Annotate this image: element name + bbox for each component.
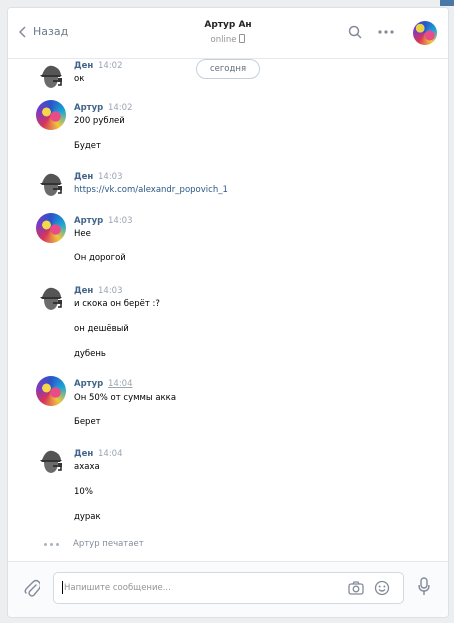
attach-icon[interactable] — [24, 579, 40, 597]
avatar-den[interactable] — [36, 61, 66, 91]
message-time[interactable]: 14:04 — [108, 379, 133, 389]
avatar-den[interactable] — [36, 446, 66, 476]
message-text: он дешёвый — [74, 324, 129, 334]
top-strip — [0, 0, 454, 6]
top-strip-accent — [440, 0, 454, 6]
detective-avatar-icon — [40, 287, 62, 310]
detective-avatar-icon — [40, 450, 62, 473]
message-text: Он дорогой — [74, 253, 126, 263]
message-author[interactable]: Артур — [74, 216, 103, 226]
typing-indicator: Артур печатает — [44, 539, 144, 549]
avatar-artur[interactable] — [36, 100, 66, 130]
message-time[interactable]: 14:03 — [98, 286, 123, 296]
date-divider: сегодня — [196, 59, 260, 79]
message-author[interactable]: Ден — [74, 61, 93, 71]
mic-icon[interactable] — [418, 577, 430, 596]
avatar-artur[interactable] — [36, 213, 66, 243]
message-input-placeholder: Напишите сообщение... — [64, 583, 171, 593]
avatar-den[interactable] — [36, 283, 66, 313]
message-composer: Напишите сообщение... — [8, 561, 448, 617]
camera-icon[interactable] — [348, 581, 364, 595]
message-text: ахаха — [74, 462, 100, 472]
chat-panel: Назад Артур Ан online Ден 14:02 ок сегод… — [7, 7, 449, 618]
typing-text: Артур печатает — [73, 539, 144, 549]
message-input[interactable]: Напишите сообщение... — [53, 572, 404, 604]
avatar-den[interactable] — [36, 169, 66, 199]
message-link[interactable]: https://vk.com/alexandr_popovich_1 — [74, 185, 228, 195]
smile-icon[interactable] — [374, 580, 390, 596]
page-background: Назад Артур Ан online Ден 14:02 ок сегод… — [0, 0, 454, 623]
message-text: дубень — [74, 349, 106, 359]
message-time[interactable]: 14:02 — [108, 103, 133, 113]
message-text: Он 50% от суммы акка — [74, 393, 177, 403]
avatar-artur[interactable] — [36, 376, 66, 406]
text-cursor — [62, 581, 63, 594]
message-text: 200 рублей — [74, 116, 125, 126]
message-time[interactable]: 14:03 — [108, 216, 133, 226]
message-author[interactable]: Артур — [74, 103, 103, 113]
message-text: и скока он берёт :? — [74, 299, 160, 309]
message-text: дурак — [74, 512, 101, 522]
message-author[interactable]: Ден — [74, 172, 93, 182]
message-text: Будет — [74, 141, 101, 151]
message-text: Берет — [74, 417, 101, 427]
detective-avatar-icon — [40, 173, 62, 196]
message-time[interactable]: 14:03 — [98, 172, 123, 182]
message-author[interactable]: Ден — [74, 449, 93, 459]
message-author[interactable]: Ден — [74, 286, 93, 296]
typing-dots-icon — [44, 542, 59, 546]
message-text: Нее — [74, 229, 91, 239]
message-author[interactable]: Артур — [74, 379, 103, 389]
message-time[interactable]: 14:04 — [98, 449, 123, 459]
detective-avatar-icon — [40, 65, 62, 88]
message-text: 10% — [74, 487, 93, 497]
message-text: ок — [74, 74, 85, 84]
message-time[interactable]: 14:02 — [98, 61, 123, 71]
message-history: Ден 14:02 ок сегодня Артур 14:02 200 руб… — [8, 8, 448, 568]
